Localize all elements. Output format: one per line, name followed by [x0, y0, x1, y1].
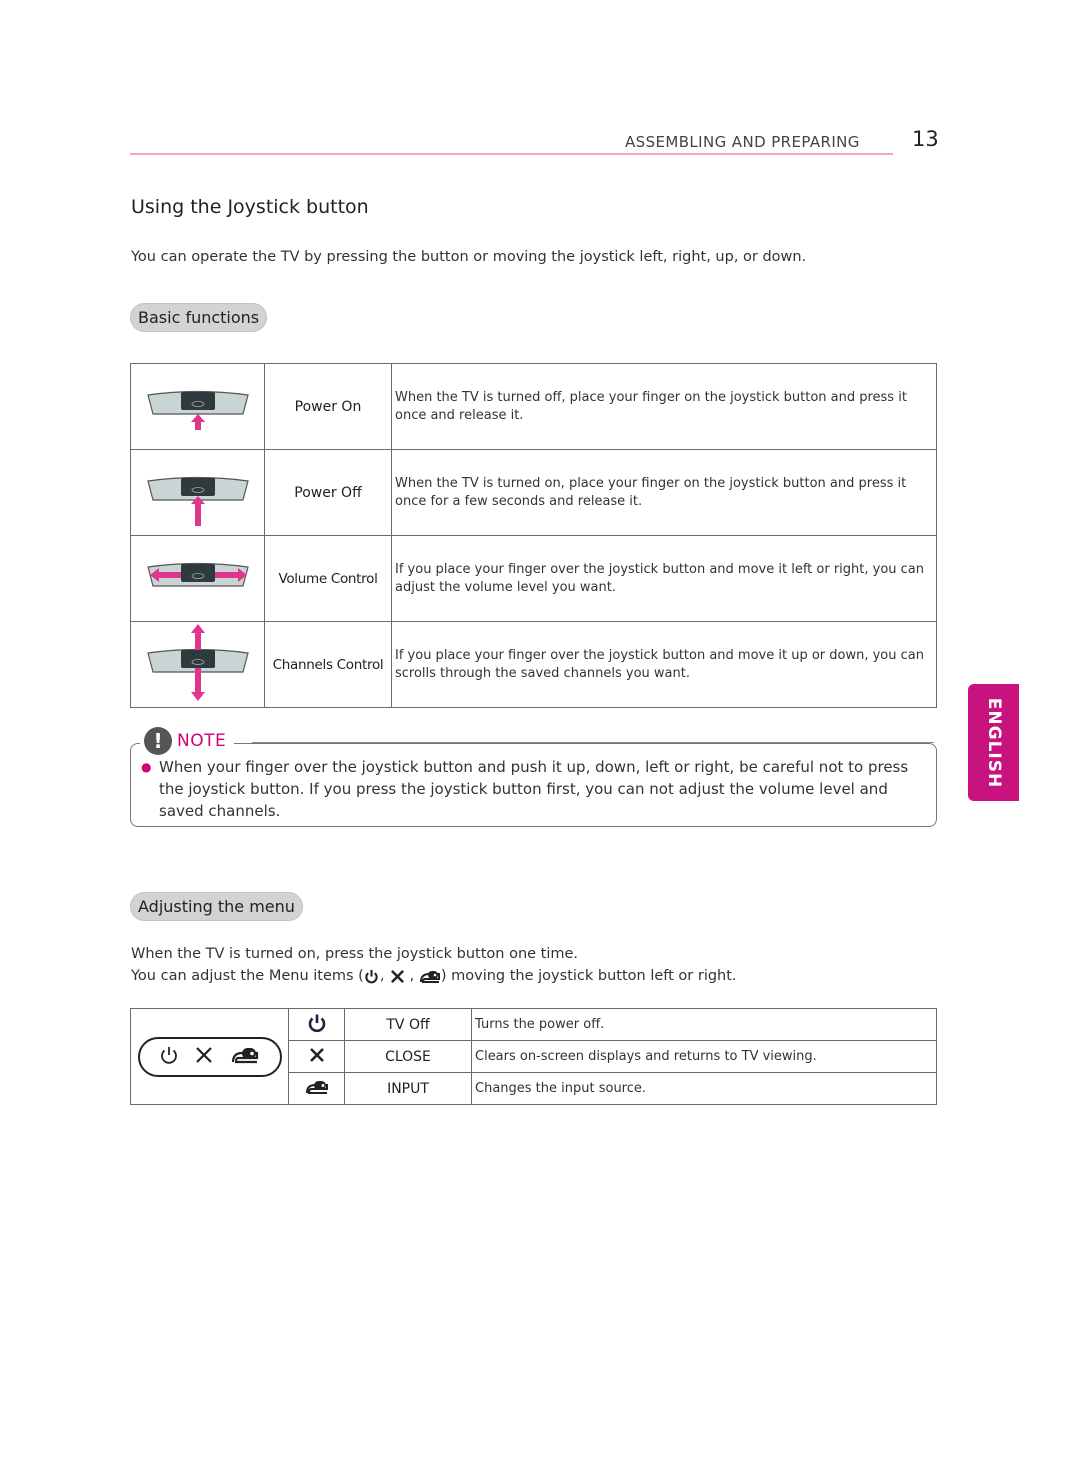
adjust-text-sep: , [379, 968, 390, 984]
joystick-press-up-icon [130, 363, 265, 450]
note-label: NOTE [177, 731, 227, 751]
adjust-text-1: When the TV is turned on, press the joys… [131, 946, 579, 962]
language-tab-label: ENGLISH [983, 697, 1004, 788]
page-number: 13 [912, 127, 939, 151]
adjusting-menu-heading: Adjusting the menu [130, 892, 303, 921]
menu-item-description: Clears on-screen displays and returns to… [471, 1040, 937, 1073]
bullet-icon: ● [141, 760, 152, 774]
function-description: If you place your finger over the joysti… [391, 621, 937, 708]
menu-item-description: Changes the input source. [471, 1072, 937, 1105]
joystick-left-right-icon [130, 535, 265, 622]
function-description: If you place your finger over the joysti… [391, 535, 937, 622]
menu-illustration [130, 1008, 289, 1105]
osd-menu-bar [137, 1036, 282, 1077]
close-icon [389, 968, 405, 984]
power-icon [288, 1008, 345, 1041]
function-label: Power Off [264, 449, 392, 536]
menu-items-table: TV Off Turns the power off. CLOSE Clears… [130, 1008, 937, 1105]
table-row: Power On When the TV is turned off, plac… [130, 363, 937, 450]
power-icon [364, 968, 380, 984]
function-description: When the TV is turned on, place your fin… [391, 449, 937, 536]
menu-item-name: INPUT [344, 1072, 472, 1105]
function-label: Channels Control [264, 621, 392, 708]
power-icon [159, 1045, 179, 1069]
page-title: Using the Joystick button [131, 196, 369, 218]
table-row: TV Off Turns the power off. [130, 1008, 937, 1105]
menu-item-description: Turns the power off. [471, 1008, 937, 1041]
function-description: When the TV is turned off, place your fi… [391, 363, 937, 450]
basic-functions-heading: Basic functions [130, 303, 268, 332]
note-header: ! NOTE [140, 727, 235, 755]
language-tab: ENGLISH [968, 684, 1019, 801]
input-icon [288, 1072, 345, 1105]
note-divider [252, 742, 934, 743]
adjust-text-suffix: ) moving the joystick button left or rig… [440, 968, 737, 984]
basic-functions-table: Power On When the TV is turned off, plac… [130, 363, 937, 708]
function-label: Volume Control [264, 535, 392, 622]
input-icon [419, 968, 441, 984]
exclamation-icon: ! [144, 727, 172, 755]
input-icon [230, 1045, 260, 1069]
joystick-press-long-icon [130, 449, 265, 536]
table-row: Volume Control If you place your finger … [130, 535, 937, 622]
function-label: Power On [264, 363, 392, 450]
close-icon [194, 1045, 214, 1069]
close-icon [288, 1040, 345, 1073]
adjust-text-sep: , [405, 968, 419, 984]
adjust-text-prefix: You can adjust the Menu items ( [131, 968, 364, 984]
menu-item-name: TV Off [344, 1008, 472, 1041]
menu-item-name: CLOSE [344, 1040, 472, 1073]
joystick-up-down-icon [130, 621, 265, 708]
adjust-text-2: You can adjust the Menu items ( , , ) mo… [131, 968, 737, 984]
table-row: Channels Control If you place your finge… [130, 621, 937, 708]
table-row: Power Off When the TV is turned on, plac… [130, 449, 937, 536]
section-name: ASSEMBLING AND PREPARING [625, 133, 860, 151]
intro-text: You can operate the TV by pressing the b… [131, 249, 807, 265]
header-divider [130, 153, 893, 155]
note-text: When your finger over the joystick butto… [159, 758, 909, 820]
